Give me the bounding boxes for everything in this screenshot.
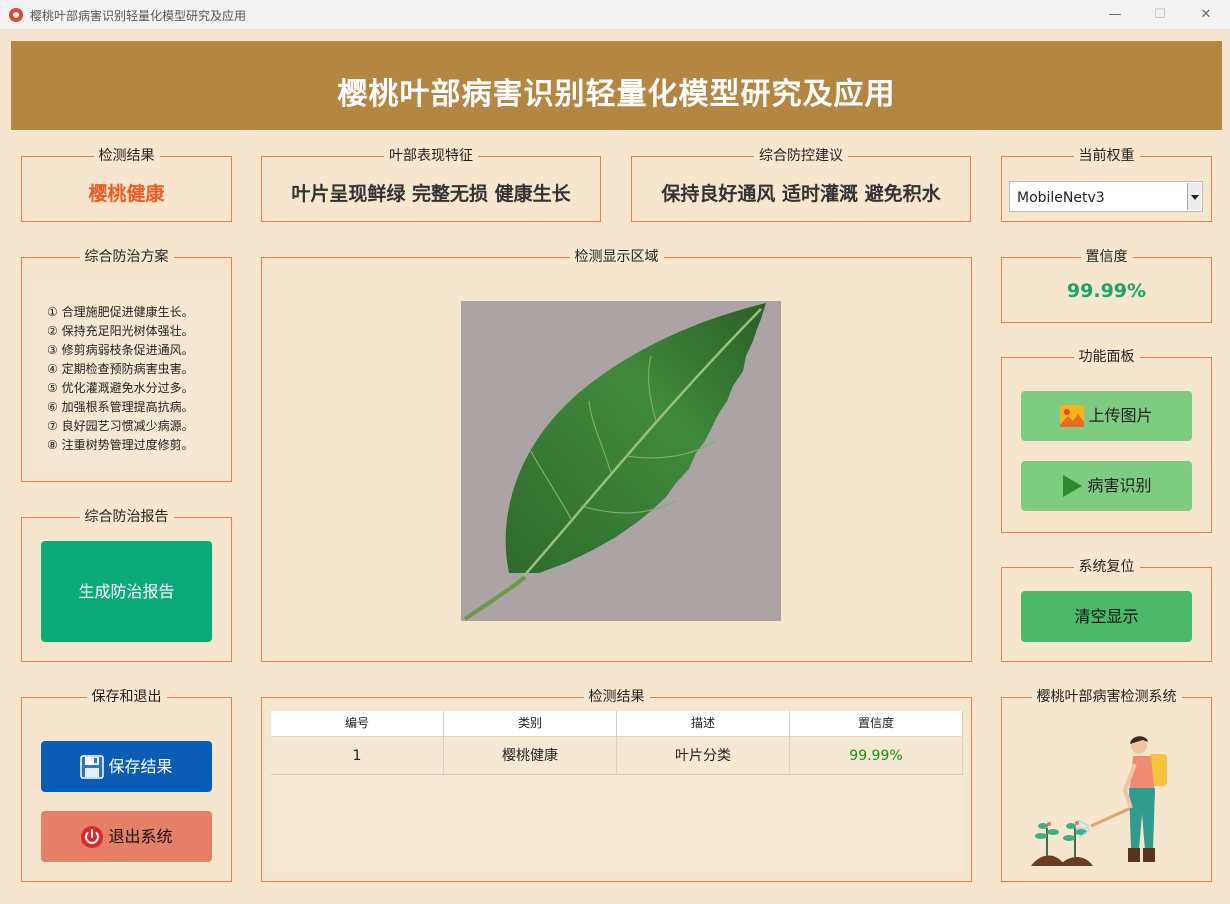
leaf-features-value: 叶片呈现鲜绿 完整无损 健康生长 bbox=[291, 183, 571, 205]
detect-result-value: 樱桃健康 bbox=[88, 183, 165, 205]
functions-group: 功能面板 上传图片 病害识别 bbox=[1001, 349, 1212, 533]
advice-title: 综合防控建议 bbox=[754, 148, 848, 164]
leaf-features-title: 叶部表现特征 bbox=[384, 148, 478, 164]
plan-title: 综合防治方案 bbox=[79, 249, 174, 265]
system-title: 樱桃叶部病害检测系统 bbox=[1031, 689, 1182, 705]
weights-title: 当前权重 bbox=[1073, 148, 1140, 164]
app-header: 樱桃叶部病害识别轻量化模型研究及应用 bbox=[11, 41, 1222, 130]
column-header-id[interactable]: 编号 bbox=[271, 711, 444, 736]
gardener-illustration bbox=[1031, 736, 1167, 866]
plan-item: ② 保持充足阳光树体强壮。 bbox=[47, 324, 194, 338]
reset-title: 系统复位 bbox=[1073, 559, 1140, 575]
weights-select[interactable]: MobileNetv3 bbox=[1009, 181, 1203, 212]
floppy-disk-icon bbox=[80, 754, 105, 779]
system-panel: 樱桃叶部病害检测系统 bbox=[991, 681, 1222, 892]
results-table: 编号 类别 描述 置信度 1 樱桃健康 叶片分类 99.99% bbox=[271, 711, 963, 871]
page-title: 樱桃叶部病害识别轻量化模型研究及应用 bbox=[337, 77, 896, 112]
table-cell-confidence: 99.99% bbox=[790, 737, 963, 774]
power-icon bbox=[81, 825, 104, 848]
detect-result-group: 检测结果 樱桃健康 bbox=[21, 148, 232, 222]
table-cell-id: 1 bbox=[271, 737, 444, 774]
save-exit-group: 保存和退出 保存结果 退出系统 bbox=[21, 689, 232, 882]
confidence-value: 99.99% bbox=[1066, 280, 1147, 302]
weights-group: 当前权重 MobileNetv3 bbox=[1001, 148, 1212, 222]
window-title: 樱桃叶部病害识别轻量化模型研究及应用 bbox=[30, 9, 247, 23]
cherry-icon bbox=[9, 8, 23, 22]
weights-selected-value: MobileNetv3 bbox=[1017, 190, 1105, 206]
upload-image-label: 上传图片 bbox=[1088, 406, 1153, 425]
exit-system-button[interactable]: 退出系统 bbox=[41, 811, 212, 862]
reset-panel: 系统复位 清空显示 bbox=[991, 551, 1222, 672]
results-panel: 检测结果 编号 类别 描述 置信度 1 樱桃健康 叶片分类 99.99% bbox=[251, 681, 981, 892]
window-titlebar: 樱桃叶部病害识别轻量化模型研究及应用 — ☐ ✕ bbox=[0, 0, 1230, 30]
detect-disease-label: 病害识别 bbox=[1087, 476, 1152, 495]
leaf-features-group: 叶部表现特征 叶片呈现鲜绿 完整无损 健康生长 bbox=[261, 148, 601, 222]
advice-group: 综合防控建议 保持良好通风 适时灌溉 避免积水 bbox=[631, 148, 971, 222]
save-results-label: 保存结果 bbox=[108, 757, 173, 776]
image-icon bbox=[1060, 405, 1085, 427]
detect-disease-button[interactable]: 病害识别 bbox=[1021, 461, 1192, 511]
plan-group: 综合防治方案 ① 合理施肥促进健康生长。 ② 保持充足阳光树体强壮。 ③ 修剪病… bbox=[21, 249, 232, 482]
maximize-button[interactable]: ☐ bbox=[1147, 4, 1173, 26]
weights-panel: 当前权重 MobileNetv3 bbox=[991, 140, 1222, 232]
advice-value: 保持良好通风 适时灌溉 避免积水 bbox=[661, 183, 941, 205]
chevron-down-icon[interactable] bbox=[1187, 183, 1201, 210]
plan-item: ⑥ 加强根系管理提高抗病。 bbox=[47, 400, 194, 414]
clear-display-button[interactable]: 清空显示 bbox=[1021, 591, 1192, 642]
leaf-illustration bbox=[461, 301, 781, 621]
advice-panel: 综合防控建议 保持良好通风 适时灌溉 避免积水 bbox=[621, 140, 981, 232]
close-button[interactable]: ✕ bbox=[1193, 4, 1219, 26]
confidence-panel: 置信度 99.99% bbox=[991, 241, 1222, 333]
report-title: 综合防治报告 bbox=[79, 509, 174, 525]
save-results-button[interactable]: 保存结果 bbox=[41, 741, 212, 792]
plan-item: ① 合理施肥促进健康生长。 bbox=[47, 305, 194, 319]
minimize-button[interactable]: — bbox=[1102, 4, 1128, 26]
results-group: 检测结果 编号 类别 描述 置信度 1 樱桃健康 叶片分类 99.99% bbox=[261, 689, 972, 882]
display-panel: 检测显示区域 bbox=[251, 241, 981, 672]
plan-item: ⑤ 优化灌溉避免水分过多。 bbox=[47, 381, 194, 395]
generate-report-button[interactable]: 生成防治报告 bbox=[41, 541, 212, 642]
plan-list: ① 合理施肥促进健康生长。 ② 保持充足阳光树体强壮。 ③ 修剪病弱枝条促进通风… bbox=[32, 282, 222, 472]
detect-result-title: 检测结果 bbox=[93, 148, 160, 164]
plan-item: ④ 定期检查预防病害虫害。 bbox=[47, 362, 194, 376]
report-panel: 综合防治报告 生成防治报告 bbox=[11, 501, 242, 672]
report-group: 综合防治报告 生成防治报告 bbox=[21, 509, 232, 662]
save-exit-panel: 保存和退出 保存结果 退出系统 bbox=[11, 681, 242, 892]
table-cell-description: 叶片分类 bbox=[617, 737, 790, 774]
table-header-row: 编号 类别 描述 置信度 bbox=[271, 711, 963, 737]
confidence-group: 置信度 99.99% bbox=[1001, 249, 1212, 323]
column-header-class[interactable]: 类别 bbox=[444, 711, 617, 736]
plan-panel: 综合防治方案 ① 合理施肥促进健康生长。 ② 保持充足阳光树体强壮。 ③ 修剪病… bbox=[11, 241, 242, 492]
upload-image-button[interactable]: 上传图片 bbox=[1021, 391, 1192, 441]
column-header-confidence[interactable]: 置信度 bbox=[790, 711, 963, 736]
save-exit-title: 保存和退出 bbox=[86, 689, 167, 705]
functions-panel: 功能面板 上传图片 病害识别 bbox=[991, 341, 1222, 543]
table-cell-class: 樱桃健康 bbox=[444, 737, 617, 774]
detect-result-panel: 检测结果 樱桃健康 bbox=[11, 140, 242, 232]
plan-item: ⑧ 注重树势管理过度修剪。 bbox=[47, 438, 194, 452]
reset-group: 系统复位 清空显示 bbox=[1001, 559, 1212, 662]
functions-title: 功能面板 bbox=[1073, 349, 1140, 365]
table-row[interactable]: 1 樱桃健康 叶片分类 99.99% bbox=[271, 737, 963, 775]
plan-item: ③ 修剪病弱枝条促进通风。 bbox=[47, 343, 194, 357]
column-header-description[interactable]: 描述 bbox=[617, 711, 790, 736]
results-title: 检测结果 bbox=[583, 689, 650, 705]
leaf-features-panel: 叶部表现特征 叶片呈现鲜绿 完整无损 健康生长 bbox=[251, 140, 611, 232]
leaf-image bbox=[461, 301, 781, 621]
system-group: 樱桃叶部病害检测系统 bbox=[1001, 689, 1212, 882]
plan-item: ⑦ 良好园艺习惯减少病源。 bbox=[47, 419, 194, 433]
play-icon bbox=[1063, 475, 1083, 497]
exit-system-label: 退出系统 bbox=[108, 827, 173, 846]
confidence-title: 置信度 bbox=[1080, 249, 1133, 265]
display-group: 检测显示区域 bbox=[261, 249, 972, 662]
display-title: 检测显示区域 bbox=[569, 249, 664, 265]
